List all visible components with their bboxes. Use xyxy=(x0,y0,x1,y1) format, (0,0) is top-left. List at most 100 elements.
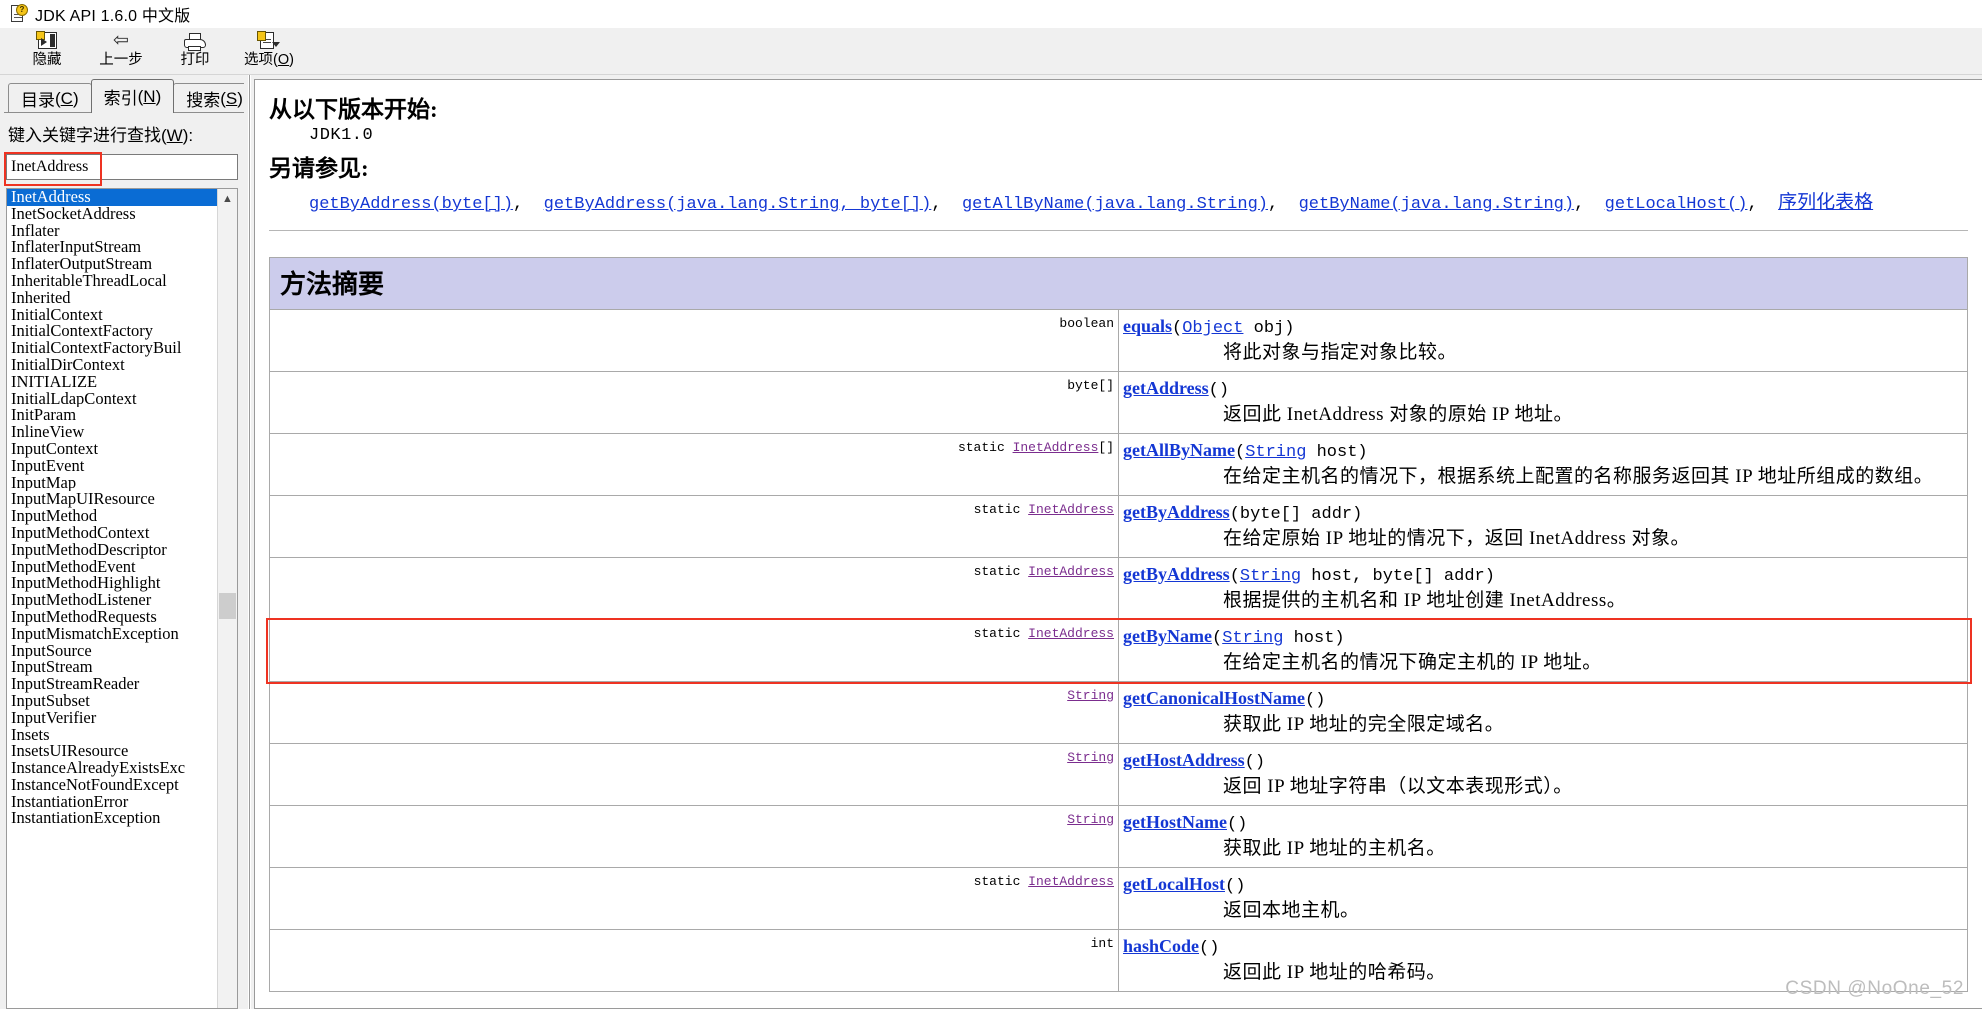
index-list-item[interactable]: InheritableThreadLocal xyxy=(7,273,217,290)
index-list-scrollbar-thumb[interactable] xyxy=(219,593,236,619)
method-name-link[interactable]: getCanonicalHostName xyxy=(1123,688,1305,708)
index-list-item[interactable]: InputMethodDescriptor xyxy=(7,542,217,559)
method-name-link[interactable]: equals xyxy=(1123,316,1172,336)
index-list-item[interactable]: Insets xyxy=(7,727,217,744)
keyword-search-input[interactable] xyxy=(6,154,238,180)
seealso-link[interactable]: 序列化表格 xyxy=(1778,192,1873,213)
tab-index[interactable]: 索引(N) xyxy=(90,79,175,113)
method-name-link[interactable]: getHostName xyxy=(1123,812,1227,832)
method-signature-and-description: getByAddress(String host, byte[] addr) 根据… xyxy=(1118,557,1968,620)
return-type-link[interactable]: InetAddress xyxy=(1028,626,1114,641)
paren-open: ( xyxy=(1199,939,1210,958)
seealso-link[interactable]: getLocalHost() xyxy=(1605,195,1748,214)
index-list-item[interactable]: InputMethodContext xyxy=(7,525,217,542)
back-button[interactable]: ⇦ 上一步 xyxy=(84,28,158,69)
param-rest: ) xyxy=(1209,939,1220,958)
index-list-item[interactable]: InsetsUIResource xyxy=(7,743,217,760)
return-type-link[interactable]: String xyxy=(1067,688,1114,703)
index-list-item[interactable]: InputMethodListener xyxy=(7,592,217,609)
seealso-separator: , xyxy=(513,195,544,214)
index-list-item[interactable]: InetSocketAddress xyxy=(7,206,217,223)
pane-splitter[interactable] xyxy=(244,75,254,1009)
method-name-link[interactable]: hashCode xyxy=(1123,936,1199,956)
method-name-link[interactable]: getAddress xyxy=(1123,378,1209,398)
index-list-item[interactable]: Inherited xyxy=(7,290,217,307)
method-return-type: static InetAddress[] xyxy=(269,433,1119,496)
return-type-link[interactable]: String xyxy=(1067,812,1114,827)
index-list-item[interactable]: InputContext xyxy=(7,441,217,458)
return-type-link[interactable]: InetAddress xyxy=(1013,440,1099,455)
method-signature: getByAddress(String host, byte[] addr) xyxy=(1123,562,1961,589)
index-list-viewport: InetAddress InetSocketAddress Inflater Infl… xyxy=(7,189,217,1008)
param-type-link[interactable]: String xyxy=(1245,443,1306,462)
method-name-link[interactable]: getByName xyxy=(1123,626,1212,646)
seealso-link[interactable]: getByName(java.lang.String) xyxy=(1299,195,1574,214)
index-list-item[interactable]: InlineView xyxy=(7,424,217,441)
method-summary-table: 方法摘要 boolean equals(Object obj) 将此对象与指定对象比… xyxy=(269,257,1968,992)
index-list-item[interactable]: InstantiationError xyxy=(7,794,217,811)
method-return-type: String xyxy=(269,681,1119,744)
method-summary-row: static InetAddress getByAddress(byte[] ad… xyxy=(269,495,1968,558)
index-list-item[interactable]: InputVerifier xyxy=(7,710,217,727)
index-list-item[interactable]: InputStream xyxy=(7,659,217,676)
paren-open: ( xyxy=(1211,629,1223,648)
method-name-link[interactable]: getLocalHost xyxy=(1123,874,1225,894)
method-name-link[interactable]: getHostAddress xyxy=(1123,750,1245,770)
index-list-item[interactable]: InitialContextFactoryBuil xyxy=(7,340,217,357)
index-list-item[interactable]: InputStreamReader xyxy=(7,676,217,693)
index-list-item[interactable]: InputMapUIResource xyxy=(7,491,217,508)
index-list-item[interactable]: InputMethodHighlight xyxy=(7,575,217,592)
param-type-link[interactable]: Object xyxy=(1182,319,1243,338)
options-button[interactable]: 选项(O) xyxy=(232,28,306,69)
method-signature-and-description: getByAddress(byte[] addr) 在给定原始 IP 地址的情况下… xyxy=(1118,495,1968,558)
return-type-link[interactable]: InetAddress xyxy=(1028,564,1114,579)
method-description: 返回此 InetAddress 对象的原始 IP 地址。 xyxy=(1223,404,1573,425)
index-list-item[interactable]: InstanceNotFoundExcept xyxy=(7,777,217,794)
index-list-item[interactable]: InitialDirContext xyxy=(7,357,217,374)
index-list-item[interactable]: INITIALIZE xyxy=(7,374,217,391)
method-description: 获取此 IP 地址的主机名。 xyxy=(1223,838,1446,859)
print-button[interactable]: 打印 xyxy=(158,28,232,69)
method-return-type: String xyxy=(269,805,1119,868)
index-list-item[interactable]: InputSource xyxy=(7,643,217,660)
index-list-item[interactable]: InitialContextFactory xyxy=(7,323,217,340)
index-list-item[interactable]: InitialContext xyxy=(7,307,217,324)
method-description: 返回本地主机。 xyxy=(1223,900,1360,921)
param-type-link[interactable]: String xyxy=(1222,629,1283,648)
index-list-item[interactable]: InflaterOutputStream xyxy=(7,256,217,273)
return-type-link[interactable]: InetAddress xyxy=(1028,502,1114,517)
options-page-icon xyxy=(257,30,280,51)
method-modifier: static xyxy=(973,564,1029,579)
tab-contents[interactable]: 目录(C) xyxy=(8,83,92,113)
param-type-link[interactable]: String xyxy=(1240,567,1301,586)
index-list-item[interactable]: InputSubset xyxy=(7,693,217,710)
method-name-link[interactable]: getByAddress xyxy=(1123,564,1230,584)
index-list-item[interactable]: InetAddress xyxy=(7,189,217,206)
method-name-link[interactable]: getByAddress xyxy=(1123,502,1230,522)
index-list-item[interactable]: InputMismatchException xyxy=(7,626,217,643)
index-list-item[interactable]: InputMap xyxy=(7,475,217,492)
index-list-item[interactable]: InitParam xyxy=(7,407,217,424)
paren-open: ( xyxy=(1234,443,1246,462)
index-list-item[interactable]: InstanceAlreadyExistsExc xyxy=(7,760,217,777)
return-type-link[interactable]: InetAddress xyxy=(1028,874,1114,889)
index-list-scrollbar[interactable]: ▲ xyxy=(217,189,237,1008)
seealso-link[interactable]: getByAddress(byte[]) xyxy=(309,195,513,214)
index-list-item[interactable]: InflaterInputStream xyxy=(7,239,217,256)
index-list-item[interactable]: InitialLdapContext xyxy=(7,391,217,408)
scroll-up-icon[interactable]: ▲ xyxy=(218,189,237,208)
seealso-link[interactable]: getAllByName(java.lang.String) xyxy=(962,195,1268,214)
index-list-item[interactable]: InputMethod xyxy=(7,508,217,525)
seealso-link[interactable]: getByAddress(java.lang.String, byte[]) xyxy=(544,195,932,214)
index-list-item[interactable]: Inflater xyxy=(7,223,217,240)
index-list[interactable]: InetAddress InetSocketAddress Inflater Infl… xyxy=(6,188,238,1009)
index-list-item[interactable]: InputMethodEvent xyxy=(7,559,217,576)
hide-button[interactable]: 隐藏 xyxy=(10,28,84,69)
index-list-item[interactable]: InstantiationException xyxy=(7,810,217,827)
method-signature-and-description: getHostName() 获取此 IP 地址的主机名。 xyxy=(1118,805,1968,868)
method-summary-caption-row: 方法摘要 xyxy=(269,257,1968,310)
return-type-link[interactable]: String xyxy=(1067,750,1114,765)
method-name-link[interactable]: getAllByName xyxy=(1123,440,1235,460)
index-list-item[interactable]: InputMethodRequests xyxy=(7,609,217,626)
index-list-item[interactable]: InputEvent xyxy=(7,458,217,475)
